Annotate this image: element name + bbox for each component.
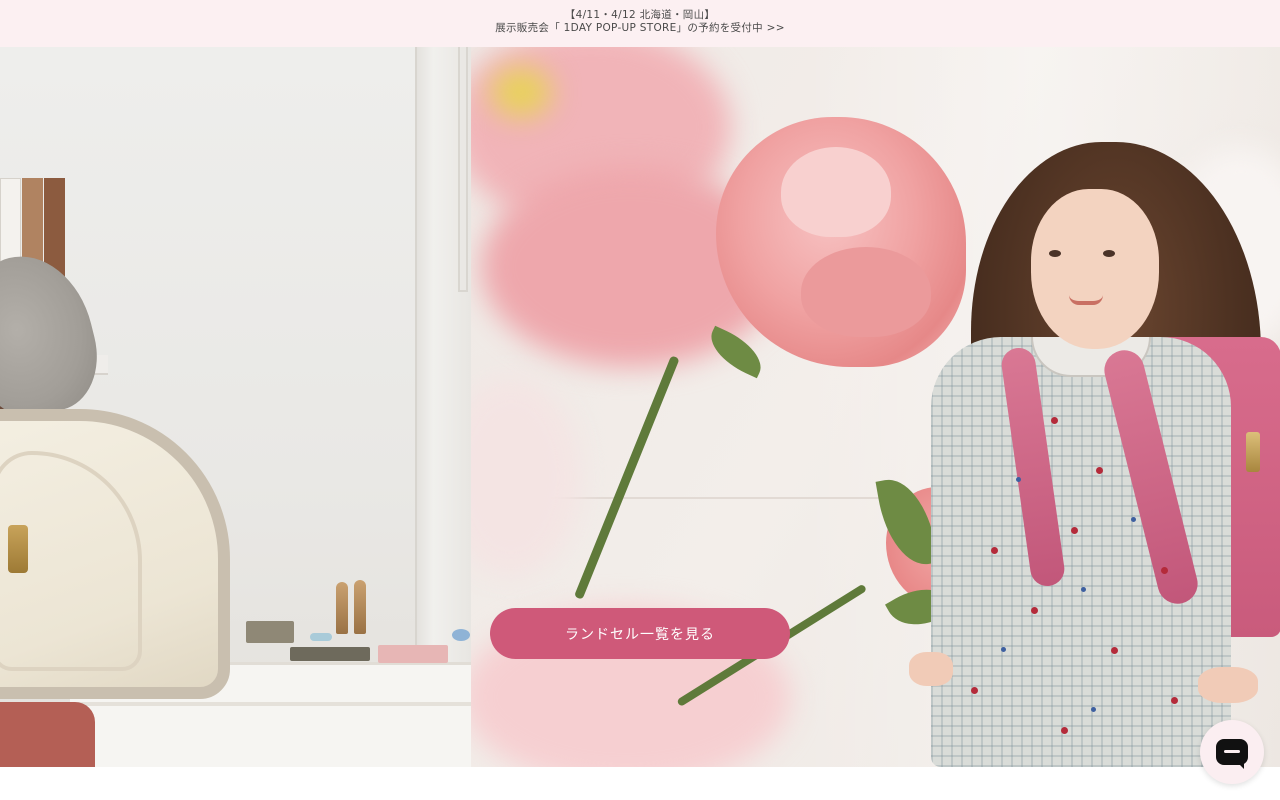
- randoseru-buckle: [8, 525, 28, 573]
- girl-eye: [1103, 250, 1115, 257]
- blurred-flower-center: [491, 67, 551, 117]
- dress-pattern: [1096, 467, 1103, 474]
- desk-edge: [70, 702, 471, 706]
- dress-pattern: [991, 547, 998, 554]
- dress-pattern: [1091, 707, 1096, 712]
- wall-panel-line: [458, 47, 468, 292]
- child-beret: [0, 242, 110, 428]
- desk-cards: [378, 645, 448, 663]
- dress-pattern: [1131, 517, 1136, 522]
- dress-pattern: [1081, 587, 1086, 592]
- stamp: [354, 580, 366, 634]
- chat-icon-line: [1224, 750, 1240, 753]
- desk-eraser: [452, 629, 470, 641]
- dress-pattern: [1001, 647, 1006, 652]
- randoseru-buckle: [1246, 432, 1260, 472]
- flower-petal: [801, 247, 931, 337]
- chat-icon: [1216, 739, 1248, 769]
- desk-clip: [246, 621, 294, 643]
- girl-face: [1031, 189, 1159, 349]
- girl-eye: [1049, 250, 1061, 257]
- dress-pattern: [1051, 417, 1058, 424]
- randoseru-cream: [0, 409, 230, 699]
- desk-notebook: [290, 647, 370, 661]
- hero-image-right: [471, 47, 1280, 767]
- announcement-bar[interactable]: 【4/11・4/12 北海道・岡山】 展示販売会「 1DAY POP-UP ST…: [0, 0, 1280, 47]
- dress-pattern: [1016, 477, 1021, 482]
- flower-stem: [573, 355, 680, 600]
- dress-pattern: [971, 687, 978, 694]
- dress-pattern: [1161, 567, 1168, 574]
- hero-banner: [0, 47, 1280, 767]
- flower-petal: [781, 147, 891, 237]
- dress-pattern: [1031, 607, 1038, 614]
- dress-pattern: [1171, 697, 1178, 704]
- desk-tape: [310, 633, 332, 641]
- hero-image-left: [0, 47, 471, 767]
- dress-pattern: [1061, 727, 1068, 734]
- announcement-line-2: 展示販売会「 1DAY POP-UP STORE」の予約を受付中 >>: [495, 22, 785, 34]
- girl-smile: [1069, 295, 1103, 305]
- child-skirt: [0, 702, 95, 767]
- girl-hand: [909, 652, 953, 686]
- dress-pattern: [1111, 647, 1118, 654]
- stamp: [336, 582, 348, 634]
- chat-button[interactable]: [1200, 720, 1264, 784]
- announcement-line-1: 【4/11・4/12 北海道・岡山】: [564, 9, 716, 21]
- blurred-flower: [471, 377, 581, 577]
- dress-pattern: [1071, 527, 1078, 534]
- view-randoseru-list-button[interactable]: ランドセル一覧を見る: [490, 608, 790, 659]
- girl-hand: [1198, 667, 1258, 703]
